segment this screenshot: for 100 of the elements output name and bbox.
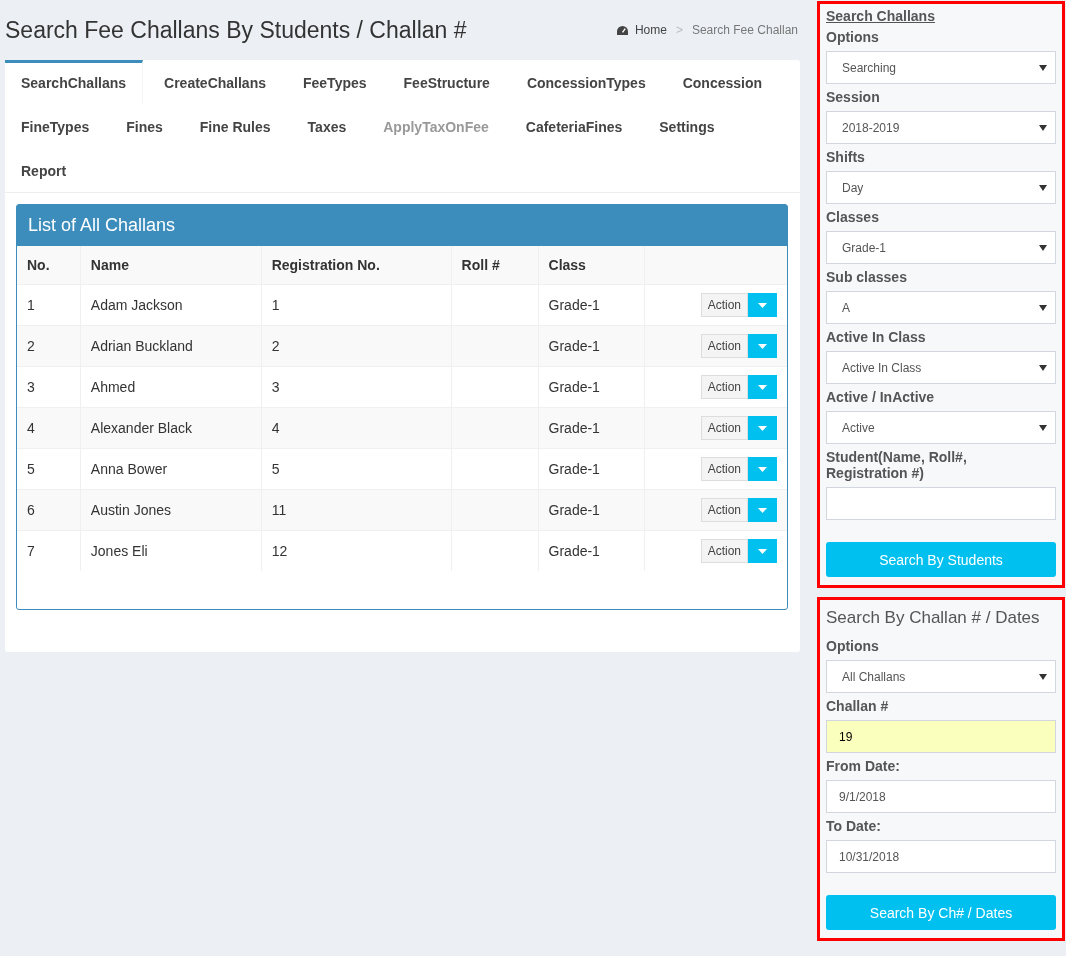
select-field[interactable]: Grade-1: [826, 231, 1056, 264]
select-field[interactable]: Active: [826, 411, 1056, 444]
action-button[interactable]: Action: [700, 457, 748, 481]
tab[interactable]: Fine Rules: [183, 104, 287, 148]
dropdown-toggle[interactable]: [748, 498, 777, 522]
table-cell: 1: [27, 297, 35, 313]
tab[interactable]: CreateChallans: [148, 60, 282, 104]
field-label: Sub classes: [826, 269, 908, 285]
input-field[interactable]: 9/1/2018: [826, 780, 1056, 813]
tab[interactable]: Fines: [110, 104, 179, 148]
table-cell: 2: [271, 338, 280, 354]
dropdown-toggle[interactable]: [748, 416, 777, 440]
tab[interactable]: FineTypes: [5, 104, 106, 148]
panel-title: Search By Challan # / Dates: [826, 608, 1041, 628]
table-cell: Austin Jones: [90, 502, 171, 518]
tab[interactable]: Report: [5, 148, 83, 192]
caret-icon: [758, 302, 767, 308]
table-cell: 12: [271, 543, 288, 559]
dropdown-toggle[interactable]: [748, 457, 777, 481]
field-label: Options: [826, 29, 880, 45]
caret-icon: [758, 548, 767, 554]
field-label: Shifts: [826, 149, 866, 165]
table-cell: Jones Eli: [90, 543, 148, 559]
table-cell: 3: [27, 379, 35, 395]
table-cell: 4: [27, 420, 35, 436]
dropdown-arrow-icon: [1039, 124, 1047, 131]
table-cell: 6: [27, 502, 35, 518]
field-label: To Date:: [826, 818, 882, 834]
field-label: From Date:: [826, 758, 901, 774]
dropdown-arrow-icon: [1039, 244, 1047, 251]
select-field[interactable]: Searching: [826, 51, 1056, 84]
table-cell: 11: [271, 502, 287, 518]
table-cell: Grade-1: [548, 379, 600, 395]
select-field[interactable]: Active In Class: [826, 351, 1056, 384]
tab[interactable]: FeeStructure: [387, 60, 506, 104]
breadcrumb-link[interactable]: Home: [634, 23, 667, 37]
breadcrumb-separator: >: [675, 23, 683, 37]
column-header: Name: [80, 246, 262, 285]
panel-title: Search Challans: [826, 8, 936, 24]
dropdown-toggle[interactable]: [748, 334, 777, 358]
tab[interactable]: SearchChallans: [5, 60, 144, 104]
action-button[interactable]: Action: [700, 375, 748, 399]
field-label: Classes: [826, 209, 880, 225]
table-cell: 5: [271, 461, 280, 477]
tab[interactable]: Taxes: [291, 104, 363, 148]
input-field[interactable]: [826, 487, 1056, 520]
table-cell: Grade-1: [548, 338, 600, 354]
table-cell: Anna Bower: [90, 461, 168, 477]
table-cell: 2: [27, 338, 35, 354]
tab[interactable]: FeeTypes: [287, 60, 383, 104]
table-cell: Grade-1: [548, 502, 600, 518]
breadcrumb-current: Search Fee Challan: [691, 23, 798, 37]
panel-title: List of All Challans: [28, 215, 176, 235]
dropdown-toggle[interactable]: [748, 293, 777, 317]
action-button[interactable]: Action: [700, 539, 748, 563]
table-cell: Grade-1: [548, 543, 600, 559]
action-button[interactable]: Action: [700, 416, 748, 440]
tab[interactable]: ConcessionTypes: [510, 60, 662, 104]
table-cell: 4: [271, 420, 280, 436]
dropdown-arrow-icon: [1039, 364, 1047, 371]
table-cell: Grade-1: [548, 420, 600, 436]
page-title: Search Fee Challans By Students / Challan #: [5, 16, 467, 44]
table-cell: 5: [27, 461, 35, 477]
action-button[interactable]: Action: [700, 334, 748, 358]
caret-icon: [758, 507, 767, 513]
input-field[interactable]: 10/31/2018: [826, 840, 1056, 873]
select-field[interactable]: All Challans: [826, 660, 1056, 693]
table-cell: Adam Jackson: [90, 297, 183, 313]
table-cell: 3: [271, 379, 280, 395]
column-header: Class: [538, 246, 645, 285]
dashboard-icon: [615, 24, 629, 36]
caret-icon: [758, 343, 767, 349]
action-button[interactable]: Action: [700, 498, 748, 522]
dropdown-toggle[interactable]: [748, 375, 777, 399]
dropdown-toggle[interactable]: [748, 539, 777, 563]
dropdown-arrow-icon: [1039, 424, 1047, 431]
dropdown-arrow-icon: [1039, 64, 1047, 71]
select-field[interactable]: Day: [826, 171, 1056, 204]
field-label: Options: [826, 638, 880, 654]
table-cell: Alexander Black: [90, 420, 192, 436]
select-field[interactable]: 2018-2019: [826, 111, 1056, 144]
dropdown-arrow-icon: [1039, 184, 1047, 191]
action-button[interactable]: Action: [700, 293, 748, 317]
tab[interactable]: Concession: [666, 60, 779, 104]
table-cell: 7: [27, 543, 35, 559]
table-cell: Grade-1: [548, 297, 600, 313]
dropdown-arrow-icon: [1039, 673, 1047, 680]
field-label: Challan #: [826, 698, 890, 714]
table-cell: Grade-1: [548, 461, 600, 477]
caret-icon: [758, 466, 767, 472]
tab[interactable]: Settings: [643, 104, 731, 148]
field-label: Session: [826, 89, 881, 105]
tab[interactable]: CafeteriaFines: [509, 104, 639, 148]
column-header: Registration No.: [261, 246, 452, 285]
column-header: No.: [17, 246, 81, 285]
field-label: Active / InActive: [826, 389, 936, 405]
select-field[interactable]: A: [826, 291, 1056, 324]
field-label: Active In Class: [826, 329, 927, 345]
input-field[interactable]: 19: [826, 720, 1056, 753]
dropdown-arrow-icon: [1039, 304, 1047, 311]
